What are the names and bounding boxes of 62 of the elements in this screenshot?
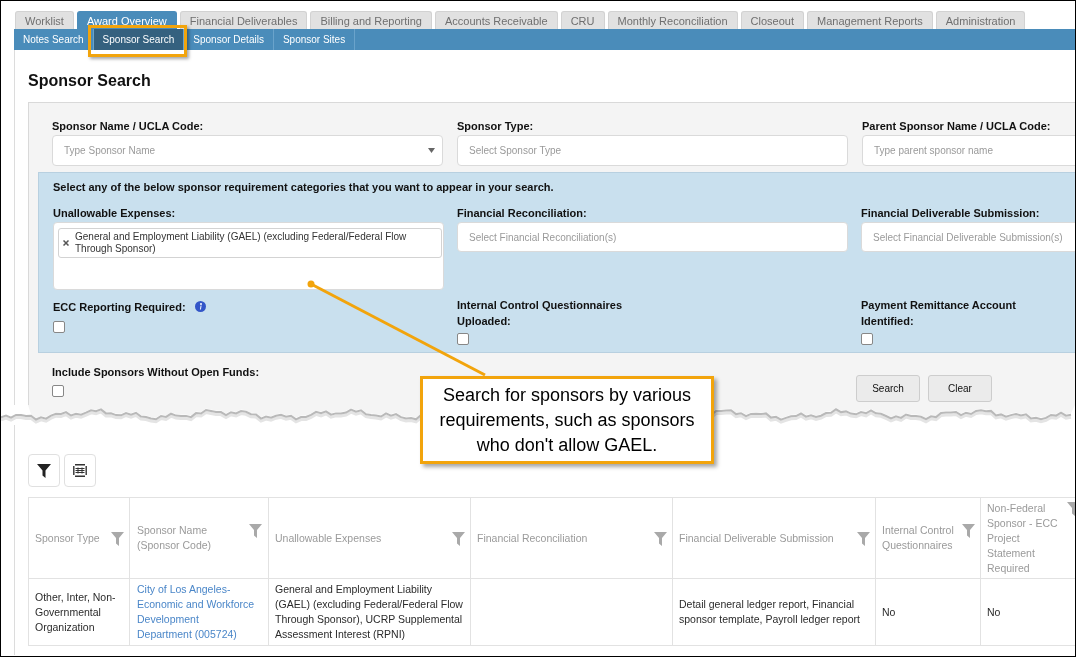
table-cell: No (875, 578, 981, 646)
field-label: Financial Reconciliation: (457, 206, 588, 220)
nav-tab[interactable]: Management Reports (807, 11, 933, 29)
checkbox[interactable] (53, 321, 65, 333)
nav-tab[interactable]: Worklist (15, 11, 74, 29)
nav-tab[interactable]: Accounts Receivable (434, 11, 558, 29)
filter-icon (37, 463, 51, 478)
sponsor-link[interactable]: City of Los Angeles-Economic and Workforce Development Department (005724) (137, 582, 255, 642)
close-icon (63, 240, 69, 246)
field-label: Financial Deliverable Submission: (861, 206, 1041, 220)
selected-tag[interactable]: General and Employment Liability (GAEL) (excluding Federal/Federal Flow Through Sponsor) (58, 228, 442, 258)
header-label: Financial Reconciliation (477, 530, 588, 546)
nav-tab[interactable]: Closeout (740, 11, 804, 29)
field-label: Sponsor Type: (457, 119, 535, 133)
field-label: Parent Sponsor Name / UCLA Code: (862, 119, 1052, 133)
field-label: Sponsor Name / UCLA Code: (52, 119, 205, 133)
checkbox[interactable] (457, 333, 469, 345)
checkbox[interactable] (52, 385, 64, 397)
header-label: Sponsor Type (35, 530, 100, 546)
combo-field[interactable]: Type Sponsor Name (52, 135, 443, 166)
input-field[interactable]: Type parent sponsor name (862, 135, 1075, 166)
sub-tab[interactable]: Notes Search (14, 29, 94, 50)
filter-icon (111, 531, 124, 546)
header-label: Financial Deliverable Submission (679, 530, 834, 546)
header-label: Unallowable Expenses (275, 530, 382, 546)
nav-tab[interactable]: Administration (935, 11, 1026, 29)
table-cell: Other, Inter, Non-Governmental Organization (28, 578, 130, 646)
caret-icon (428, 148, 435, 153)
filter-icon (452, 531, 465, 546)
table-cell: Detail general ledger report, Financial sponsor template, Payroll ledger report (672, 578, 876, 646)
input-field[interactable]: Select Financial Reconciliation(s) (457, 222, 848, 252)
sub-tab[interactable]: Sponsor Sites (273, 29, 356, 50)
field-label: Payment Remittance Account Identified: (861, 298, 1017, 329)
nav-tab[interactable]: Billing and Reporting (310, 11, 432, 29)
spreadsheet-icon (73, 464, 87, 477)
field-label: Include Sponsors Without Open Funds: (52, 365, 261, 379)
form-button[interactable]: Clear (928, 375, 992, 402)
header-label: Non-Federal Sponsor - ECC Project Statement Required (987, 500, 1059, 576)
multiselect-field[interactable]: General and Employment Liability (GAEL) (excluding Federal/Federal Flow Through Sponsor) (53, 222, 444, 290)
field-label: Internal Control Questionnaires Uploaded: (457, 298, 624, 329)
form-button[interactable]: Search (856, 375, 920, 402)
filter-icon (249, 524, 262, 538)
input-field[interactable]: Select Financial Deliverable Submission(s) (861, 222, 1075, 252)
header-label: Sponsor Name (Sponsor Code) (137, 523, 213, 553)
filter-icon (962, 524, 975, 538)
input-field[interactable]: Select Sponsor Type (457, 135, 848, 166)
filter-icon (857, 531, 870, 546)
export-button[interactable] (64, 454, 96, 487)
sub-tab[interactable]: Sponsor Details (184, 29, 274, 50)
annotation-callout: Search for sponsors by various requirements, such as sponsors who don't allow GAEL. (420, 376, 714, 464)
field-label: ECC Reporting Required: (53, 300, 186, 315)
filter-button[interactable] (28, 454, 60, 487)
header-label: Internal Control Questionnaires (882, 523, 955, 553)
instruction-text: Select any of the below sponsor requirement categories that you want to appear in your search. (53, 180, 555, 194)
field-label: Unallowable Expenses: (53, 206, 177, 220)
filter-icon (654, 531, 667, 546)
page-title: Sponsor Search (28, 71, 152, 91)
nav-tab[interactable]: Monthly Reconciliation (607, 11, 738, 29)
checkbox[interactable] (861, 333, 873, 345)
nav-tab[interactable]: CRU (560, 11, 605, 29)
table-cell: General and Employment Liability (GAEL) (excluding Federal/Federal Flow Through Sponsor), UCRP Supplemental Assessment Interest (RPNI) (268, 578, 471, 646)
nav-tab[interactable]: Financial Deliverables (179, 11, 308, 29)
